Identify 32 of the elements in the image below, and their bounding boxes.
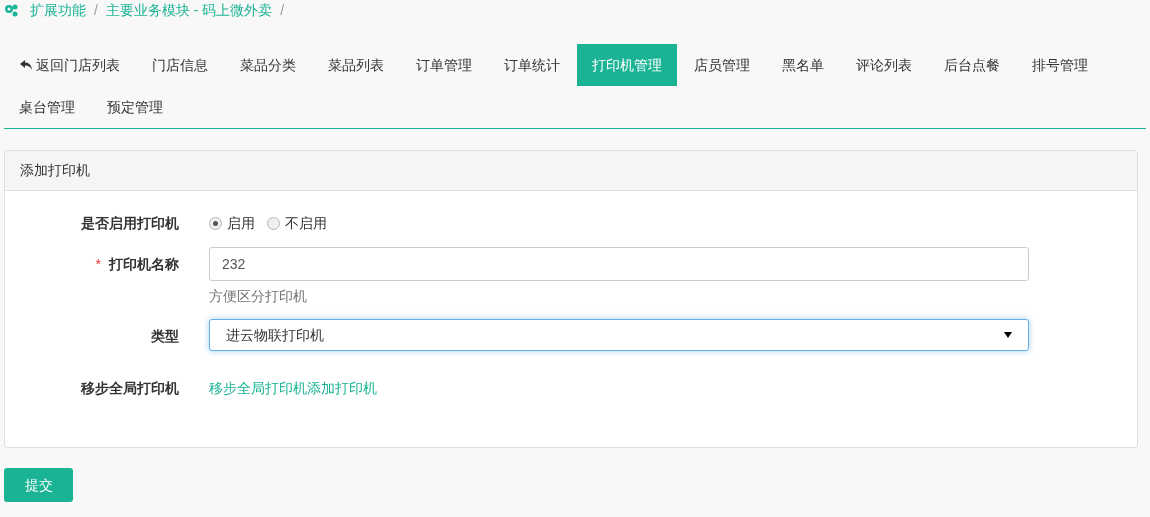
nav-tab[interactable]: 店员管理 [679,44,765,86]
gears-icon [4,3,18,17]
help-text: 方便区分打印机 [209,287,308,306]
caret-icon [1004,332,1012,338]
field-label: 是否启用打印机 [81,213,179,233]
radio-label: 不启用 [285,213,327,233]
panel-title: 添加打印机 [20,161,90,180]
reply-arrow-icon [19,59,33,71]
nav-tab[interactable]: 评论列表 [841,44,927,86]
field-label: 类型 [151,326,179,346]
tab-label: 返回门店列表 [36,55,120,75]
nav-tab[interactable]: 桌台管理 [4,86,90,128]
nav-tab[interactable]: 菜品列表 [313,44,399,86]
radio-button[interactable] [267,216,280,230]
nav-tab[interactable]: 排号管理 [1017,44,1103,86]
nav-tab[interactable]: 门店信息 [137,44,223,86]
nav-tab[interactable]: 预定管理 [92,86,178,128]
nav-tab[interactable]: 黑名单 [767,44,839,86]
field-label: 打印机名称 [109,254,179,274]
required-mark: * [95,254,101,274]
radio-label: 启用 [227,213,255,233]
nav-tab[interactable]: 订单统计 [489,44,575,86]
nav-tab[interactable]: 返回门店列表 [4,44,135,86]
type-select[interactable]: 进云物联打印机 [209,319,1029,351]
name-input-field[interactable]: 232 [209,247,1029,281]
nav-tab[interactable]: 菜品分类 [225,44,311,86]
breadcrumb-separator: / [94,0,98,20]
field-label: 移步全局打印机 [81,378,179,398]
breadcrumb-separator: / [280,0,285,20]
nav-tab[interactable]: 订单管理 [401,44,487,86]
radio-button[interactable] [209,216,222,230]
nav-tab[interactable]: 后台点餐 [929,44,1015,86]
